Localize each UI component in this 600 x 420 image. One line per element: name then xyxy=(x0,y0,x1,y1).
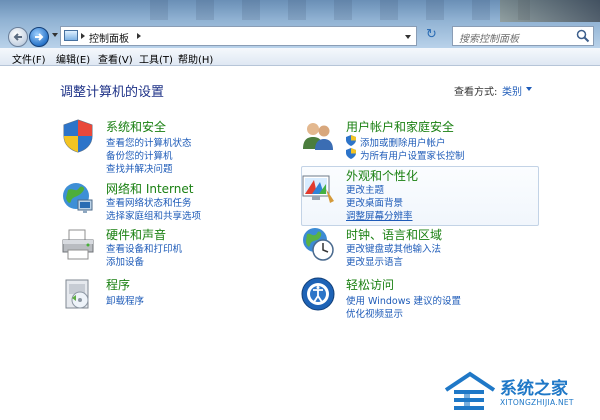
menu-help[interactable]: 帮助(H) xyxy=(178,51,213,66)
link-add-remove-accounts[interactable]: 添加或删除用户帐户 xyxy=(360,135,446,149)
link-devices-printers[interactable]: 查看设备和打印机 xyxy=(106,241,182,255)
back-button[interactable] xyxy=(8,27,28,47)
ease-of-access-icon xyxy=(301,277,335,311)
printer-icon xyxy=(62,229,94,260)
breadcrumb-separator-icon[interactable] xyxy=(137,33,141,39)
back-arrow-icon xyxy=(13,33,22,41)
watermark-name: 系统之家 xyxy=(500,379,568,399)
link-display-language[interactable]: 更改显示语言 xyxy=(346,254,403,268)
page-title: 调整计算机的设置 xyxy=(60,85,165,100)
category-system-security: 系统和安全 查看您的计算机状态 备份您的计算机 查找并解决问题 xyxy=(60,118,260,178)
refresh-icon[interactable]: ↻ xyxy=(426,28,440,42)
search-placeholder: 搜索控制面板 xyxy=(459,34,519,45)
programs-icon xyxy=(65,279,89,309)
background-blur-right xyxy=(500,0,600,22)
menu-tools[interactable]: 工具(T) xyxy=(139,51,173,66)
category-ease-of-access: 轻松访问 使用 Windows 建议的设置 优化视频显示 xyxy=(300,276,540,321)
recent-pages-dropdown[interactable] xyxy=(52,33,58,37)
background-blur xyxy=(150,0,530,20)
link-homegroup-sharing[interactable]: 选择家庭组和共享选项 xyxy=(106,208,201,222)
link-parental-controls[interactable]: 为所有用户设置家长控制 xyxy=(360,148,465,162)
link-uninstall-program[interactable]: 卸载程序 xyxy=(106,293,144,307)
main-content: 调整计算机的设置 查看方式: 类别 系统和安全 查看您的计算机状态 备份您的计算… xyxy=(0,66,600,420)
menu-bar: 文件(F) 编辑(E) 查看(V) 工具(T) 帮助(H) xyxy=(0,48,600,66)
link-screen-resolution[interactable]: 调整屏幕分辨率 xyxy=(346,208,413,222)
watermark-url: XITONGZHIJIA.NET xyxy=(500,398,574,407)
category-title[interactable]: 用户帐户和家庭安全 xyxy=(346,118,454,135)
category-title[interactable]: 轻松访问 xyxy=(346,276,394,293)
category-network-internet: 网络和 Internet 查看网络状态和任务 选择家庭组和共享选项 xyxy=(60,180,260,230)
clock-globe-icon xyxy=(303,228,334,261)
forward-arrow-icon xyxy=(35,33,44,41)
link-backup-computer[interactable]: 备份您的计算机 xyxy=(106,148,173,162)
link-optimize-display[interactable]: 优化视频显示 xyxy=(346,306,403,320)
link-recommended-settings[interactable]: 使用 Windows 建议的设置 xyxy=(346,293,461,307)
category-clock-language: 时钟、语言和区域 更改键盘或其他输入法 更改显示语言 xyxy=(300,226,540,271)
view-by-label: 查看方式: xyxy=(454,87,498,98)
category-appearance[interactable]: 外观和个性化 更改主题 更改桌面背景 调整屏幕分辨率 xyxy=(300,167,540,227)
uac-shield-icon xyxy=(346,135,356,146)
link-change-theme[interactable]: 更改主题 xyxy=(346,182,384,196)
uac-shield-icon xyxy=(346,148,356,159)
category-hardware-sound: 硬件和声音 查看设备和打印机 添加设备 xyxy=(60,226,260,271)
search-icon[interactable] xyxy=(576,29,590,43)
network-globe-icon xyxy=(63,183,93,213)
address-bar[interactable]: 控制面板 xyxy=(60,26,417,46)
link-network-status[interactable]: 查看网络状态和任务 xyxy=(106,195,192,209)
watermark: 系统之家 XITONGZHIJIA.NET xyxy=(440,368,600,420)
category-programs: 程序 卸载程序 xyxy=(60,276,260,321)
breadcrumb-control-panel[interactable]: 控制面板 xyxy=(89,30,129,45)
menu-edit[interactable]: 编辑(E) xyxy=(56,51,90,66)
category-title[interactable]: 程序 xyxy=(106,276,130,293)
breadcrumb-separator-icon[interactable] xyxy=(81,33,85,39)
address-dropdown-icon[interactable] xyxy=(405,35,411,39)
view-by-selector[interactable]: 类别 xyxy=(502,83,522,98)
search-input[interactable]: 搜索控制面板 xyxy=(452,26,594,46)
security-shield-icon xyxy=(63,119,93,153)
link-change-keyboard[interactable]: 更改键盘或其他输入法 xyxy=(346,241,441,255)
view-by-dropdown-icon[interactable] xyxy=(526,87,532,91)
link-view-computer-status[interactable]: 查看您的计算机状态 xyxy=(106,135,192,149)
link-troubleshoot[interactable]: 查找并解决问题 xyxy=(106,161,173,175)
menu-file[interactable]: 文件(F) xyxy=(12,51,46,66)
category-user-accounts: 用户帐户和家庭安全 添加或删除用户帐户 为所有用户设置家长控制 xyxy=(300,118,540,168)
link-add-device[interactable]: 添加设备 xyxy=(106,254,144,268)
forward-button[interactable] xyxy=(29,27,49,47)
category-title[interactable]: 系统和安全 xyxy=(106,118,166,135)
control-panel-icon xyxy=(64,30,78,41)
link-desktop-background[interactable]: 更改桌面背景 xyxy=(346,195,403,209)
menu-view[interactable]: 查看(V) xyxy=(98,51,133,66)
appearance-monitor-icon xyxy=(302,175,334,203)
users-icon xyxy=(303,123,333,150)
watermark-logo-icon xyxy=(444,371,496,410)
